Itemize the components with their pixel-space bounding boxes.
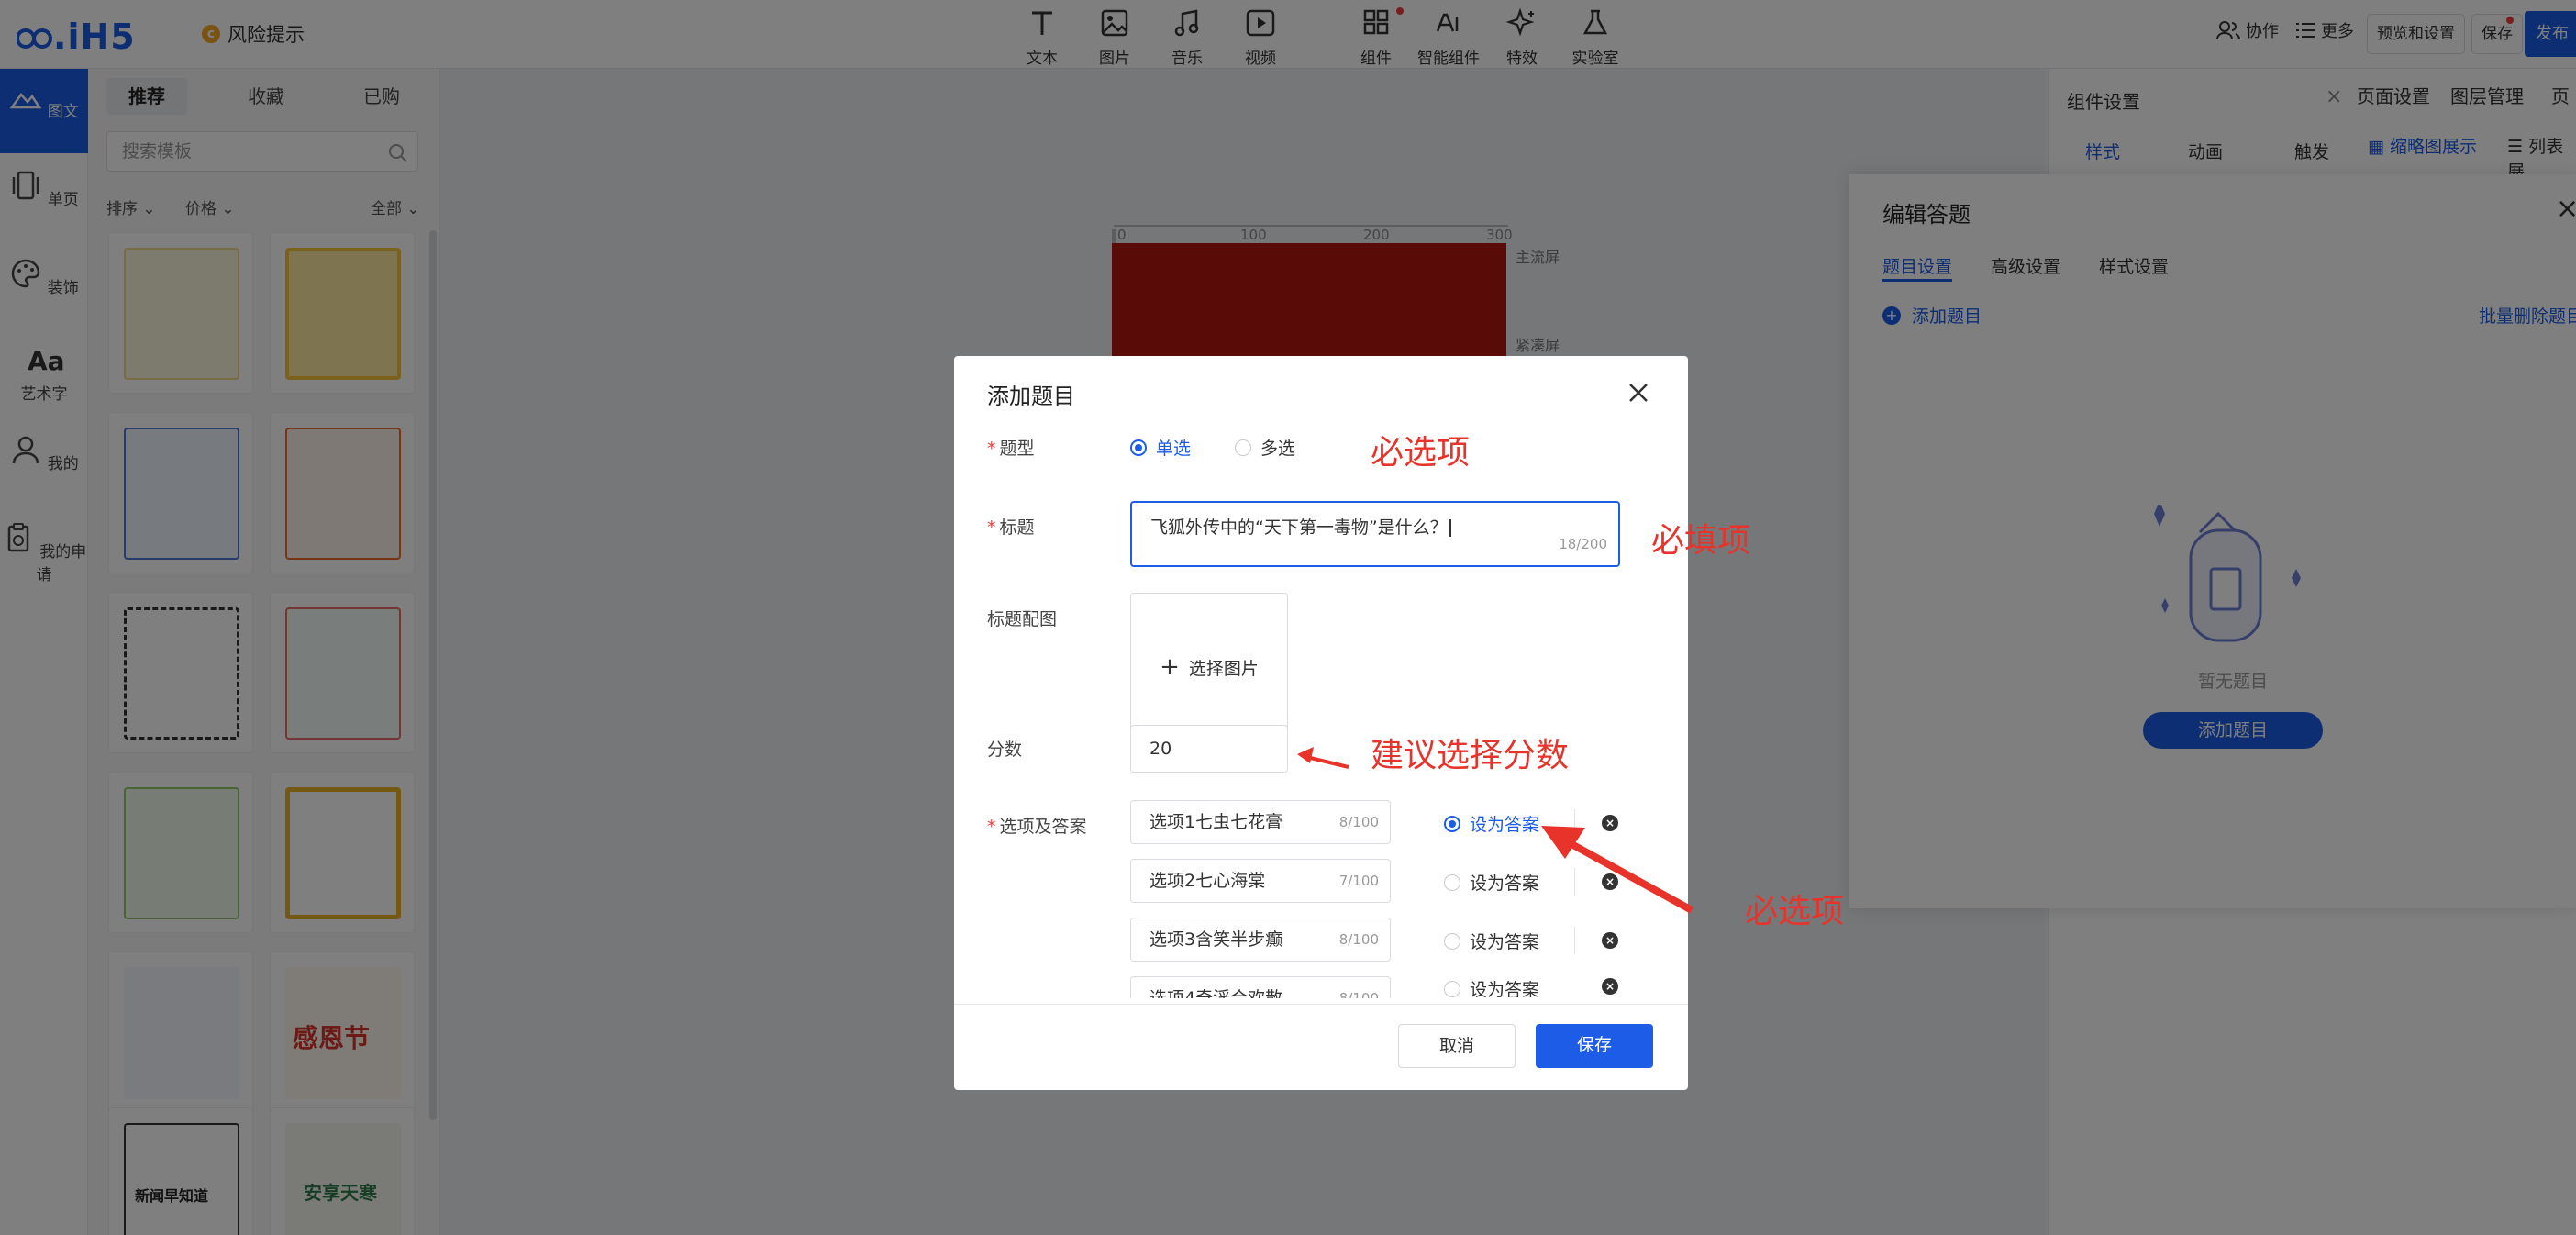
type-label: * 题型: [987, 439, 1035, 459]
title-textarea[interactable]: 飞狐外传中的“天下第一毒物”是什么？ 18/200: [1130, 501, 1620, 567]
radio-unselected-icon: [1444, 980, 1460, 997]
radio-unselected-icon: [1235, 439, 1251, 456]
option-value: 选项4奇淫合欢散: [1149, 988, 1283, 998]
text-cursor: [1449, 519, 1456, 537]
delete-option-icon[interactable]: ×: [1602, 932, 1618, 949]
score-label: 分数: [987, 740, 1023, 760]
set-answer-label: 设为答案: [1470, 932, 1540, 952]
choose-image-label: 选择图片: [1188, 658, 1259, 679]
set-answer-radio-3[interactable]: 设为答案: [1444, 929, 1539, 953]
annotation-title-required: 必填项: [1651, 522, 1751, 560]
char-count: 8/100: [1338, 990, 1379, 998]
image-label: 标题配图: [987, 609, 1058, 629]
choose-image-button[interactable]: + 选择图片: [1130, 593, 1288, 741]
option-input-4[interactable]: 选项4奇淫合欢散 8/100: [1130, 976, 1391, 998]
close-icon[interactable]: [1627, 382, 1649, 404]
title-label: * 标题: [987, 517, 1035, 538]
set-answer-radio-4[interactable]: 设为答案: [1444, 976, 1539, 998]
set-answer-label: 设为答案: [1470, 980, 1540, 998]
option-value: 选项1七虫七花膏: [1149, 812, 1283, 832]
type-multi-radio[interactable]: 多选: [1235, 435, 1295, 460]
type-single-radio[interactable]: 单选: [1130, 435, 1191, 460]
annotation-type-required: 必选项: [1371, 434, 1471, 472]
footer-divider: [954, 1004, 1688, 1005]
plus-icon: +: [1160, 653, 1180, 681]
options-label: * 选项及答案: [987, 817, 1087, 837]
option-value: 选项3含笑半步癫: [1149, 929, 1283, 950]
radio-selected-icon: [1130, 439, 1147, 456]
delete-option-icon[interactable]: ×: [1602, 978, 1618, 995]
radio-label: 单选: [1156, 439, 1192, 459]
radio-unselected-icon: [1444, 932, 1460, 950]
radio-label: 多选: [1260, 439, 1296, 459]
option-row-4-clip: 选项4奇淫合欢散 8/100 设为答案 ×: [954, 973, 1688, 998]
annotation-arrows: [1297, 747, 1693, 914]
save-button[interactable]: 保存: [1536, 1024, 1653, 1068]
score-input[interactable]: 20: [1130, 725, 1288, 773]
divider: [1574, 927, 1575, 954]
char-count: 18/200: [1559, 536, 1607, 552]
add-question-dialog: 添加题目 * 题型 单选 多选 * 标题 飞狐外传中的“天下第一毒物”是什么？ 18…: [954, 356, 1688, 1090]
cancel-button[interactable]: 取消: [1398, 1024, 1516, 1068]
title-value: 飞狐外传中的“天下第一毒物”是什么？: [1150, 517, 1448, 538]
dialog-title: 添加题目: [987, 384, 1075, 409]
option-value: 选项2七心海棠: [1149, 871, 1266, 891]
